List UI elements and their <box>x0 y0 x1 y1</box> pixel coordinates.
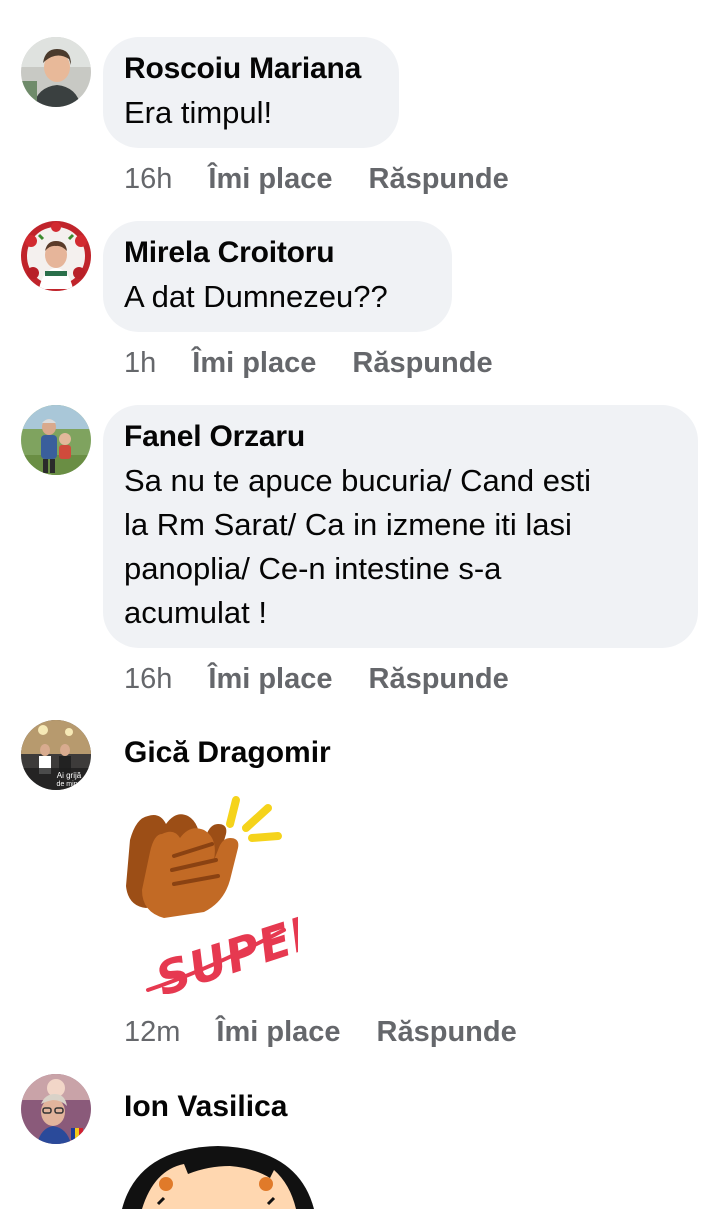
comment-bubble: Fanel Orzaru Sa nu te apuce bucuria/ Can… <box>103 405 698 648</box>
avatar-gica-dragomir[interactable]: Ai grijă de mine <box>21 720 91 790</box>
avatar-mirela-croitoru[interactable] <box>21 221 91 291</box>
comment-time[interactable]: 12m <box>124 1014 180 1050</box>
comment-bubble: Roscoiu Mariana Era timpul! <box>103 37 399 148</box>
comment-actions: 16h Îmi place Răspunde <box>124 161 509 197</box>
comment-text: Sa nu te apuce bucuria/ Cand esti la Rm … <box>124 459 676 635</box>
comment-actions: 12m Îmi place Răspunde <box>124 1014 517 1050</box>
like-button[interactable]: Îmi place <box>208 161 332 197</box>
reply-button[interactable]: Răspunde <box>369 161 509 197</box>
super-sticker[interactable]: SUPER! <box>118 794 355 1006</box>
comment-text-line: Sa nu te apuce bucuria/ Cand esti <box>124 463 592 498</box>
comment-text-line: la Rm Sarat/ Ca in izmene iti lasi <box>124 507 572 542</box>
comment-author[interactable]: Mirela Croitoru <box>124 235 430 271</box>
comment-author[interactable]: Roscoiu Mariana <box>124 51 377 87</box>
like-button[interactable]: Îmi place <box>216 1014 340 1050</box>
avatar-text: de mine <box>57 781 82 788</box>
comment-text-line: panoplia/ Ce-n intestine s-a <box>124 551 502 586</box>
comment-time[interactable]: 1h <box>124 345 156 381</box>
comment-time[interactable]: 16h <box>124 661 172 697</box>
comment-text: A dat Dumnezeu?? <box>124 279 388 314</box>
comment-text-line: acumulat ! <box>124 595 268 630</box>
comment-actions: 16h Îmi place Răspunde <box>124 661 509 697</box>
avatar-roscoiu-mariana[interactable] <box>21 37 91 107</box>
comment-author[interactable]: Fanel Orzaru <box>124 419 676 455</box>
comment-author[interactable]: Gică Dragomir <box>124 735 331 771</box>
like-button[interactable]: Îmi place <box>208 661 332 697</box>
like-button[interactable]: Îmi place <box>192 345 316 381</box>
comment-text: Era timpul! <box>124 95 273 130</box>
avatar-text: Ai grijă <box>57 771 82 780</box>
reply-button[interactable]: Răspunde <box>377 1014 517 1050</box>
comment-bubble: Mirela Croitoru A dat Dumnezeu?? <box>103 221 452 332</box>
cartoon-sticker[interactable] <box>118 1144 318 1214</box>
avatar-fanel-orzaru[interactable] <box>21 405 91 475</box>
reply-button[interactable]: Răspunde <box>352 345 492 381</box>
comment-actions: 1h Îmi place Răspunde <box>124 345 493 381</box>
avatar-ion-vasilica[interactable] <box>21 1074 91 1144</box>
reply-button[interactable]: Răspunde <box>369 661 509 697</box>
comment-author[interactable]: Ion Vasilica <box>124 1089 287 1125</box>
comment-time[interactable]: 16h <box>124 161 172 197</box>
